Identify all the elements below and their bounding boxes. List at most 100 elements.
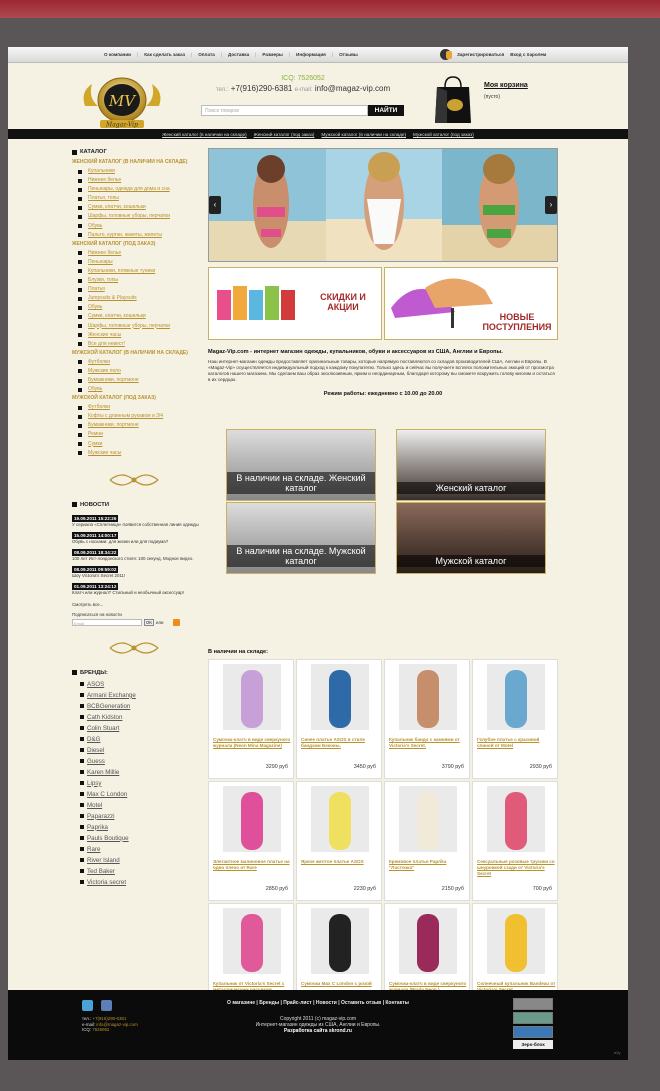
search-input[interactable]: Поиск товаров bbox=[201, 105, 368, 116]
brand-item[interactable]: Cath Kidston bbox=[80, 712, 202, 723]
slider-next-arrow[interactable]: › bbox=[545, 196, 557, 214]
brand-item[interactable]: Motel bbox=[80, 800, 202, 811]
tile-women-stock[interactable]: В наличии на складе. Женский каталог bbox=[226, 429, 376, 501]
catalog-bar-link[interactable]: Мужской каталог (в наличии на складе) bbox=[321, 132, 406, 137]
brand-item[interactable]: Victoria secret bbox=[80, 877, 202, 888]
catalog-item[interactable]: Обувь bbox=[78, 222, 202, 231]
product-card[interactable]: Элегантное малиновое платье на одно плеч… bbox=[208, 781, 294, 901]
subscribe-email-input[interactable]: Email bbox=[72, 618, 142, 626]
slider-prev-arrow[interactable]: ‹ bbox=[209, 196, 221, 214]
brand-item[interactable]: ASOS bbox=[80, 679, 202, 690]
catalog-item[interactable]: Кофты с длинным рукавом и 3/4 bbox=[78, 412, 202, 421]
catalog-item[interactable]: Женские часы bbox=[78, 331, 202, 340]
catalog-item[interactable]: Бумажники, портмоне bbox=[78, 421, 202, 430]
brand-item[interactable]: BCBGeneration bbox=[80, 701, 202, 712]
news-item[interactable]: 08.09.2011 09:59:02 Шоу Victoria's Secret… bbox=[72, 562, 202, 579]
product-image[interactable] bbox=[223, 908, 281, 974]
cart-widget[interactable]: Моя корзина (пусто) bbox=[430, 69, 570, 127]
product-card[interactable]: Кремовое платье Paprika "Ласточка" 2150 р… bbox=[384, 781, 470, 901]
news-item[interactable]: 01.09.2011 13:24:12 Клатч или журнал? Сти… bbox=[72, 579, 202, 596]
product-name[interactable]: Сумочка Max C London с розой bbox=[301, 981, 381, 987]
product-image[interactable] bbox=[223, 786, 281, 852]
news-text[interactable]: Клатч или журнал? Стильный и необычный а… bbox=[72, 590, 202, 596]
news-item[interactable]: 08.09.2011 18:34:22 100 лет Ист-лондонско… bbox=[72, 545, 202, 562]
news-text[interactable]: У сериала «Сплетница» появится собственн… bbox=[72, 522, 202, 528]
product-name[interactable]: Яркое желтое платье ASOS bbox=[301, 859, 381, 865]
product-name[interactable]: Купальник бандо с камнями от Victoria's … bbox=[389, 737, 469, 749]
product-card[interactable]: Сексуальные розовые трусики со шнуровкой… bbox=[472, 781, 558, 901]
catalog-item[interactable]: Пеньюары bbox=[78, 258, 202, 267]
product-image[interactable] bbox=[487, 908, 545, 974]
product-name[interactable]: Сумочка-клатч в виде сверкуного журнала … bbox=[213, 737, 293, 749]
product-image[interactable] bbox=[223, 664, 281, 730]
brand-item[interactable]: Armani Exchange bbox=[80, 690, 202, 701]
catalog-item[interactable]: Ремни bbox=[78, 430, 202, 439]
brand-item[interactable]: Colin Stuart bbox=[80, 723, 202, 734]
catalog-item[interactable]: Купальники, пляжные туники bbox=[78, 267, 202, 276]
news-all-link[interactable]: Смотреть все... bbox=[72, 602, 202, 607]
catalog-bar-link[interactable]: Женский каталог (в наличии на складе) bbox=[162, 132, 247, 137]
brand-item[interactable]: Lipsy bbox=[80, 778, 202, 789]
catalog-item[interactable]: Мужские часы bbox=[78, 449, 202, 458]
sale-banner[interactable]: СКИДКИ И АКЦИИ bbox=[208, 267, 382, 340]
product-image[interactable] bbox=[487, 786, 545, 852]
catalog-item[interactable]: Платья, топы bbox=[78, 194, 202, 203]
brand-item[interactable]: Diesel bbox=[80, 745, 202, 756]
catalog-bar-link[interactable]: Женский каталог (под заказ) bbox=[254, 132, 315, 137]
brand-item[interactable]: Guess bbox=[80, 756, 202, 767]
top-nav-link[interactable]: Отзывы bbox=[339, 52, 358, 57]
product-image[interactable] bbox=[311, 786, 369, 852]
product-card[interactable]: Яркое желтое платье ASOS 2230 руб bbox=[296, 781, 382, 901]
tile-men-stock[interactable]: В наличии на складе. Мужской каталог bbox=[226, 502, 376, 574]
product-image[interactable] bbox=[399, 908, 457, 974]
product-card[interactable]: Голубое платье с красивой спиной от Mote… bbox=[472, 659, 558, 779]
top-nav-link[interactable]: Оплата bbox=[198, 52, 215, 57]
news-text[interactable]: 100 лет Ист-лондонского стиля: 100 секун… bbox=[72, 556, 202, 562]
brand-item[interactable]: Paparazzi bbox=[80, 811, 202, 822]
product-image[interactable] bbox=[399, 664, 457, 730]
catalog-item[interactable]: Обувь bbox=[78, 385, 202, 394]
product-name[interactable]: Синее платье ASOS в стиле бандажи Бэконы… bbox=[301, 737, 381, 749]
product-name[interactable]: Элегантное малиновое платье на одно плеч… bbox=[213, 859, 293, 871]
rss-icon[interactable] bbox=[173, 618, 181, 626]
developer-link[interactable]: Разработка сайта skrond.ru bbox=[284, 1028, 352, 1034]
top-nav-link[interactable]: Как сделать заказ bbox=[144, 52, 185, 57]
brand-item[interactable]: Karen Millie bbox=[80, 767, 202, 778]
product-card[interactable]: Сумочка-клатч в виде сверкуного журнала … bbox=[208, 659, 294, 779]
product-image[interactable] bbox=[311, 664, 369, 730]
product-card[interactable]: Купальник бандо с камнями от Victoria's … bbox=[384, 659, 470, 779]
top-nav-link[interactable]: Доставка bbox=[228, 52, 249, 57]
product-card[interactable]: Синее платье ASOS в стиле бандажи Бэконы… bbox=[296, 659, 382, 779]
product-name[interactable]: Сексуальные розовые трусики со шнуровкой… bbox=[477, 859, 557, 877]
new-arrivals-banner[interactable]: НОВЫЕ ПОСТУПЛЕНИЯ bbox=[384, 267, 558, 340]
site-logo[interactable]: MV Magaz-Vip bbox=[80, 72, 164, 134]
catalog-item[interactable]: Мужские поло bbox=[78, 367, 202, 376]
top-nav-link[interactable]: Размеры bbox=[262, 52, 282, 57]
catalog-item[interactable]: Шарфы, головные уборы, перчатки bbox=[78, 322, 202, 331]
brand-item[interactable]: D&G bbox=[80, 734, 202, 745]
product-image[interactable] bbox=[311, 908, 369, 974]
brand-item[interactable]: Ted Baker bbox=[80, 866, 202, 877]
brand-item[interactable]: Rare bbox=[80, 844, 202, 855]
zero-block-badge[interactable]: Зеро-блок bbox=[513, 1040, 553, 1049]
catalog-item[interactable]: Нижнее белье bbox=[78, 249, 202, 258]
catalog-item[interactable]: Бумажники, портмоне bbox=[78, 376, 202, 385]
search-button[interactable]: НАЙТИ bbox=[368, 105, 404, 116]
catalog-item[interactable]: Обувь bbox=[78, 303, 202, 312]
news-item[interactable]: 19.09.2011 15:22:26 У сериала «Сплетница»… bbox=[72, 511, 202, 528]
brand-item[interactable]: Paprika bbox=[80, 822, 202, 833]
cart-title[interactable]: Моя корзина bbox=[484, 82, 528, 89]
catalog-group-title[interactable]: ЖЕНСКИЙ КАТАЛОГ (В НАЛИЧИИ НА СКЛАДЕ) bbox=[72, 158, 202, 167]
product-name[interactable]: Кремовое платье Paprika "Ласточка" bbox=[389, 859, 469, 871]
catalog-item[interactable]: Сумки, клатчи, кошельки bbox=[78, 312, 202, 321]
catalog-item[interactable]: Шарфы, головные уборы, перчатки bbox=[78, 212, 202, 221]
top-nav-link[interactable]: О компании bbox=[104, 52, 131, 57]
catalog-group-title[interactable]: МУЖСКОЙ КАТАЛОГ (В НАЛИЧИИ НА СКЛАДЕ) bbox=[72, 349, 202, 358]
email-address[interactable]: info@magaz-vip.com bbox=[315, 84, 390, 93]
product-name[interactable]: Голубое платье с красивой спиной от Mote… bbox=[477, 737, 557, 749]
login-link[interactable]: Вход с паролем bbox=[510, 52, 546, 57]
catalog-bar-link[interactable]: Мужской каталог (под заказ) bbox=[413, 132, 474, 137]
catalog-group-title[interactable]: МУЖСКОЙ КАТАЛОГ (ПОД ЗАКАЗ) bbox=[72, 394, 202, 403]
product-image[interactable] bbox=[487, 664, 545, 730]
catalog-item[interactable]: Сумки, клатчи, кошельки bbox=[78, 203, 202, 212]
